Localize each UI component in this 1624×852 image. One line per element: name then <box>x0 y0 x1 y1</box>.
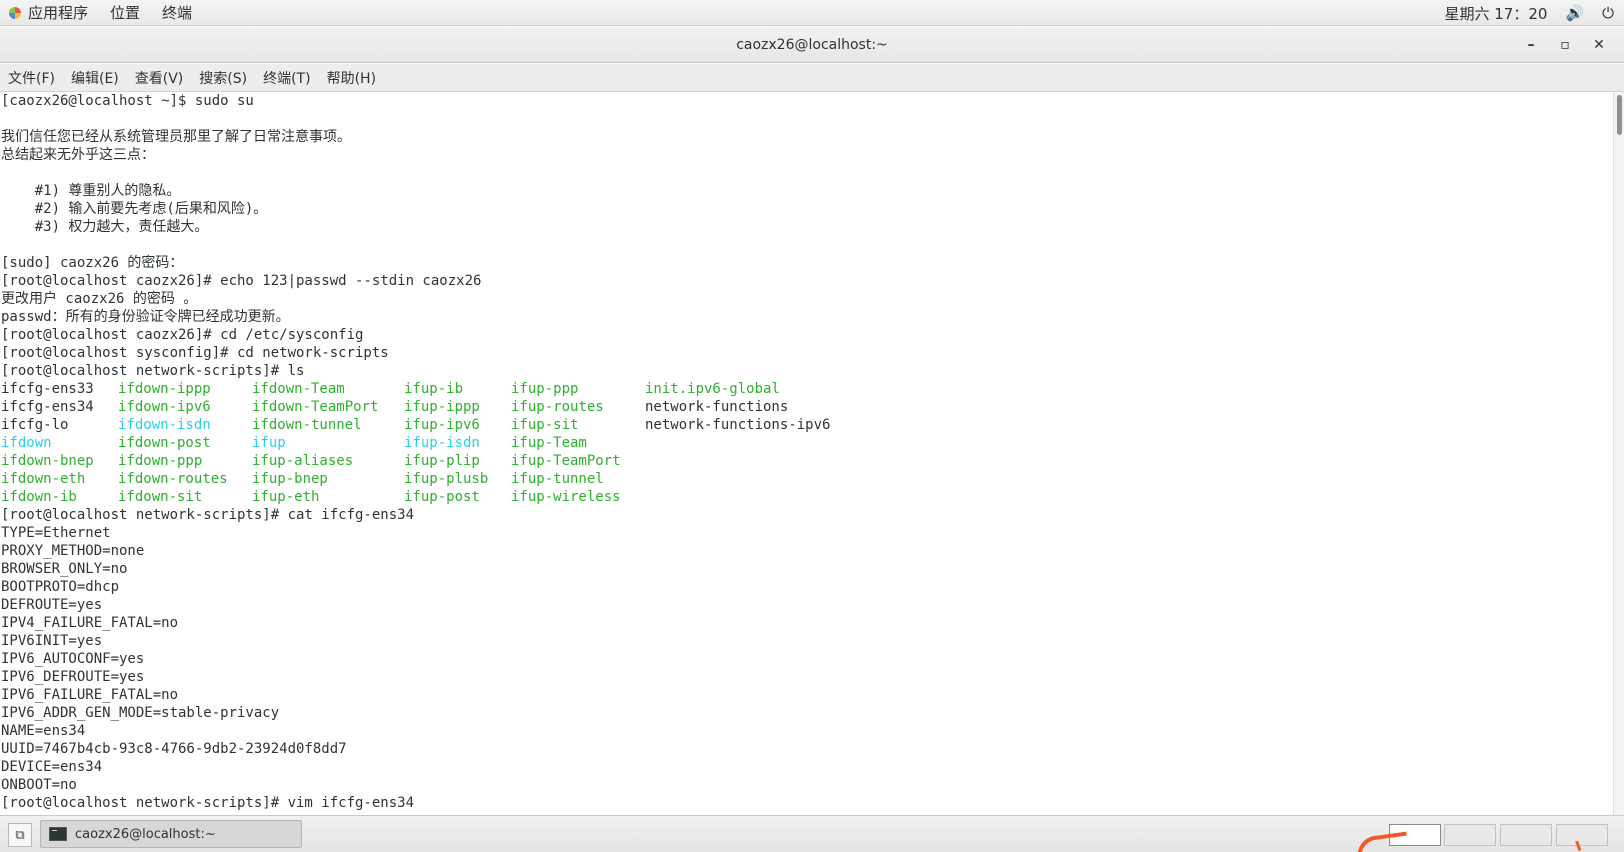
menu-terminal[interactable]: 终端(T) <box>263 68 310 88</box>
ls-entry: ifcfg-lo <box>1 417 69 433</box>
terminal-line: IPV4_FAILURE_FATAL=no <box>1 615 179 631</box>
window-titlebar[interactable]: caozx26@localhost:~ – ▫ ✕ <box>0 27 1624 63</box>
power-icon[interactable]: ⏻ <box>1602 4 1614 22</box>
ls-entry: ifdown-Team <box>252 381 345 397</box>
terminal-line: IPV6_DEFROUTE=yes <box>1 669 145 685</box>
ls-entry: ifdown-bnep <box>1 453 94 469</box>
places-menu[interactable]: 位置 <box>110 2 140 23</box>
clock[interactable]: 星期六 17：20 <box>1444 3 1547 24</box>
applications-label: 应用程序 <box>28 4 89 22</box>
terminal-app-menu[interactable]: 终端 <box>162 2 192 23</box>
menu-view[interactable]: 查看(V) <box>135 68 184 88</box>
terminal-line: #3) 权力越大，责任越大。 <box>1 219 209 235</box>
ls-entry: ifdown-sit <box>118 489 203 505</box>
terminal-line: [root@localhost network-scripts]# cat if… <box>1 507 415 523</box>
menu-edit[interactable]: 编辑(E) <box>71 68 119 88</box>
ls-entry: ifup-sit <box>511 417 579 433</box>
speaker-icon[interactable]: 🔊 <box>1565 4 1584 22</box>
taskbar-window-terminal[interactable]: caozx26@localhost:~ <box>40 820 302 848</box>
ls-entry: ifdown-eth <box>1 471 86 487</box>
menu-search[interactable]: 搜索(S) <box>199 68 247 88</box>
ls-entry: ifup-wireless <box>511 489 621 505</box>
menu-file[interactable]: 文件(F) <box>8 68 55 88</box>
close-button[interactable]: ✕ <box>1582 37 1616 53</box>
ls-entry: ifup-plusb <box>404 471 489 487</box>
terminal-line: UUID=7467b4cb-93c8-4766-9db2-23924d0f8dd… <box>1 741 347 757</box>
menu-help[interactable]: 帮助(H) <box>327 68 376 88</box>
terminal-line: IPV6_FAILURE_FATAL=no <box>1 687 179 703</box>
ls-entry: ifdown-ippp <box>118 381 211 397</box>
ls-entry: ifdown-isdn <box>118 417 211 433</box>
terminal-line: passwd：所有的身份验证令牌已经成功更新。 <box>1 309 290 325</box>
window-title: caozx26@localhost:~ <box>736 36 888 53</box>
terminal-line: [sudo] caozx26 的密码： <box>1 255 184 271</box>
workspace-3[interactable] <box>1500 824 1552 846</box>
show-desktop-icon[interactable]: ⧉ <box>8 823 32 847</box>
terminal-line: #2) 输入前要先考虑(后果和风险)。 <box>1 201 268 217</box>
ls-entry: ifdown-ib <box>1 489 77 505</box>
ls-entry: ifup-ipv6 <box>404 417 480 433</box>
terminal-line: IPV6INIT=yes <box>1 633 103 649</box>
terminal-line: [root@localhost caozx26]# cd /etc/syscon… <box>1 327 364 343</box>
ls-entry: ifdown-post <box>118 435 211 451</box>
ls-entry: ifup-TeamPort <box>511 453 621 469</box>
terminal-output[interactable]: [caozx26@localhost ~]$ sudo su 我们信任您已经从系统… <box>0 92 1613 815</box>
workspace-2[interactable] <box>1444 824 1496 846</box>
ls-entry: network-functions <box>645 399 789 415</box>
applications-icon <box>8 6 22 20</box>
ls-entry: ifup-post <box>404 489 480 505</box>
terminal-line: 总结起来无外乎这三点： <box>1 147 155 163</box>
taskbar-window-label: caozx26@localhost:~ <box>75 826 216 842</box>
ls-entry: ifup <box>252 435 286 451</box>
ls-entry: ifup-ib <box>404 381 464 397</box>
ls-entry: ifup-Team <box>511 435 587 451</box>
ls-entry: ifup-plip <box>404 453 480 469</box>
scrollbar-thumb[interactable] <box>1617 95 1622 135</box>
terminal-line: [root@localhost sysconfig]# cd network-s… <box>1 345 389 361</box>
ls-entry: ifcfg-ens33 <box>1 381 94 397</box>
terminal-scrollbar[interactable] <box>1613 92 1624 815</box>
ls-entry: ifdown <box>1 435 52 451</box>
terminal-line: ONBOOT=no <box>1 777 77 793</box>
top-panel: 应用程序 位置 终端 星期六 17：20 🔊 ⏻ <box>0 0 1624 26</box>
terminal-line: DEFROUTE=yes <box>1 597 103 613</box>
terminal-menubar: 文件(F) 编辑(E) 查看(V) 搜索(S) 终端(T) 帮助(H) <box>0 64 1624 92</box>
ls-entry: ifup-isdn <box>404 435 480 451</box>
terminal-line: [caozx26@localhost ~]$ sudo su <box>1 93 254 109</box>
ls-entry: ifup-routes <box>511 399 604 415</box>
ls-entry: ifup-ippp <box>404 399 480 415</box>
ls-entry: ifcfg-ens34 <box>1 399 94 415</box>
ls-entry: ifdown-TeamPort <box>252 399 379 415</box>
ls-entry: ifdown-tunnel <box>252 417 362 433</box>
minimize-button[interactable]: – <box>1514 37 1548 53</box>
workspace-4[interactable] <box>1556 824 1608 846</box>
ls-entry: ifdown-routes <box>118 471 228 487</box>
terminal-line: IPV6_AUTOCONF=yes <box>1 651 145 667</box>
terminal-icon <box>49 827 67 841</box>
terminal-line: 我们信任您已经从系统管理员那里了解了日常注意事项。 <box>1 129 351 145</box>
terminal-line: NAME=ens34 <box>1 723 86 739</box>
terminal-line: DEVICE=ens34 <box>1 759 103 775</box>
terminal-line: BOOTPROTO=dhcp <box>1 579 120 595</box>
ls-entry: ifup-aliases <box>252 453 354 469</box>
maximize-button[interactable]: ▫ <box>1548 37 1582 53</box>
terminal-line: [root@localhost network-scripts]# ls <box>1 363 305 379</box>
ls-entry: network-functions-ipv6 <box>645 417 831 433</box>
ls-entry: ifdown-ppp <box>118 453 203 469</box>
terminal-line: 更改用户 caozx26 的密码 。 <box>1 291 198 307</box>
ls-entry: ifup-eth <box>252 489 320 505</box>
terminal-line: TYPE=Ethernet <box>1 525 111 541</box>
terminal-line: [root@localhost caozx26]# echo 123|passw… <box>1 273 482 289</box>
ls-entry: ifup-ppp <box>511 381 579 397</box>
ls-entry: ifup-tunnel <box>511 471 604 487</box>
terminal-line: IPV6_ADDR_GEN_MODE=stable-privacy <box>1 705 280 721</box>
terminal-line: PROXY_METHOD=none <box>1 543 145 559</box>
ls-entry: ifup-bnep <box>252 471 328 487</box>
terminal-line: #1) 尊重别人的隐私。 <box>1 183 181 199</box>
ls-entry: init.ipv6-global <box>645 381 780 397</box>
terminal-line: BROWSER_ONLY=no <box>1 561 128 577</box>
applications-menu[interactable]: 应用程序 <box>8 2 88 23</box>
ls-entry: ifdown-ipv6 <box>118 399 211 415</box>
terminal-line: [root@localhost network-scripts]# vim if… <box>1 795 415 811</box>
